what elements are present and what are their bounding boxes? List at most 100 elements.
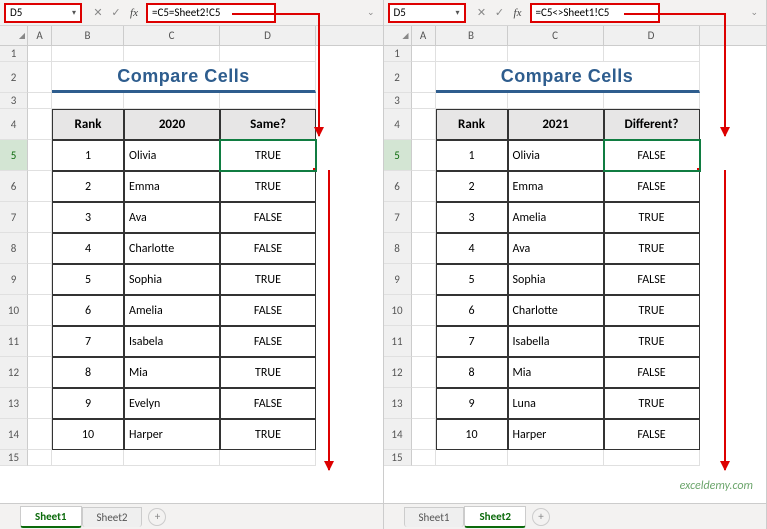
row-header[interactable]: 15 <box>0 450 28 466</box>
row-header[interactable]: 8 <box>384 233 412 264</box>
name-cell[interactable]: Charlotte <box>508 295 604 326</box>
select-all-corner[interactable]: ◢ <box>0 26 28 45</box>
result-cell[interactable]: TRUE <box>604 233 700 264</box>
rank-cell[interactable]: 10 <box>436 419 508 450</box>
row-header[interactable]: 6 <box>384 171 412 202</box>
result-cell[interactable]: FALSE <box>220 388 316 419</box>
add-sheet-icon[interactable]: + <box>148 508 166 526</box>
rank-cell[interactable]: 3 <box>436 202 508 233</box>
rank-cell[interactable]: 6 <box>52 295 124 326</box>
rank-cell[interactable]: 2 <box>52 171 124 202</box>
row-header[interactable]: 11 <box>384 326 412 357</box>
result-cell[interactable]: FALSE <box>604 357 700 388</box>
name-cell[interactable]: Emma <box>124 171 220 202</box>
rank-cell[interactable]: 2 <box>436 171 508 202</box>
row-header[interactable]: 7 <box>0 202 28 233</box>
rank-cell[interactable]: 6 <box>436 295 508 326</box>
row-header[interactable]: 2 <box>0 62 28 93</box>
col-header[interactable]: A <box>28 26 52 45</box>
enter-icon[interactable]: ✓ <box>492 5 508 21</box>
row-header[interactable]: 9 <box>0 264 28 295</box>
result-cell[interactable]: TRUE <box>220 171 316 202</box>
name-cell[interactable]: Isabela <box>124 326 220 357</box>
result-cell[interactable]: FALSE <box>604 140 700 171</box>
result-cell[interactable]: FALSE <box>604 264 700 295</box>
rank-cell[interactable]: 3 <box>52 202 124 233</box>
name-cell[interactable]: Mia <box>124 357 220 388</box>
header-year[interactable]: 2020 <box>124 109 220 140</box>
header-rank[interactable]: Rank <box>52 109 124 140</box>
name-cell[interactable]: Olivia <box>508 140 604 171</box>
row-header[interactable]: 13 <box>384 388 412 419</box>
row-header[interactable]: 2 <box>384 62 412 93</box>
result-cell[interactable]: FALSE <box>220 233 316 264</box>
row-header[interactable]: 3 <box>384 93 412 109</box>
row-header[interactable]: 12 <box>0 357 28 388</box>
result-cell[interactable]: TRUE <box>604 326 700 357</box>
row-header[interactable]: 9 <box>384 264 412 295</box>
name-box[interactable]: D5 ▾ <box>4 3 82 23</box>
row-header[interactable]: 5 <box>384 140 412 171</box>
add-sheet-icon[interactable]: + <box>532 508 550 526</box>
result-cell[interactable]: TRUE <box>220 357 316 388</box>
row-header[interactable]: 10 <box>0 295 28 326</box>
row-header[interactable]: 7 <box>384 202 412 233</box>
name-cell[interactable]: Evelyn <box>124 388 220 419</box>
name-cell[interactable]: Emma <box>508 171 604 202</box>
result-cell[interactable]: TRUE <box>220 264 316 295</box>
header-result[interactable]: Same? <box>220 109 316 140</box>
name-cell[interactable]: Ava <box>124 202 220 233</box>
fill-handle[interactable] <box>313 168 316 171</box>
result-cell[interactable]: TRUE <box>220 419 316 450</box>
name-cell[interactable]: Isabella <box>508 326 604 357</box>
result-cell[interactable]: FALSE <box>604 171 700 202</box>
sheet-tab[interactable]: Sheet2 <box>82 507 143 527</box>
select-all-corner[interactable]: ◢ <box>384 26 412 45</box>
col-header[interactable]: D <box>220 26 316 45</box>
row-header[interactable]: 15 <box>384 450 412 466</box>
rank-cell[interactable]: 8 <box>436 357 508 388</box>
row-header[interactable]: 5 <box>0 140 28 171</box>
result-cell[interactable]: TRUE <box>604 388 700 419</box>
name-box[interactable]: D5 ▾ <box>388 3 466 23</box>
name-cell[interactable]: Ava <box>508 233 604 264</box>
name-cell[interactable]: Harper <box>124 419 220 450</box>
row-header[interactable]: 4 <box>384 109 412 140</box>
rank-cell[interactable]: 1 <box>436 140 508 171</box>
row-header[interactable]: 4 <box>0 109 28 140</box>
name-cell[interactable]: Amelia <box>124 295 220 326</box>
header-year[interactable]: 2021 <box>508 109 604 140</box>
title-cell[interactable]: Compare Cells <box>52 62 316 93</box>
fx-icon[interactable]: fx <box>510 5 526 21</box>
rank-cell[interactable]: 10 <box>52 419 124 450</box>
rank-cell[interactable]: 5 <box>52 264 124 295</box>
sheet-tab[interactable]: Sheet2 <box>464 506 526 528</box>
rank-cell[interactable]: 9 <box>52 388 124 419</box>
result-cell[interactable]: TRUE <box>604 295 700 326</box>
result-cell[interactable]: FALSE <box>220 202 316 233</box>
expand-formula-icon[interactable]: ⌄ <box>367 7 379 18</box>
cancel-icon[interactable]: ✕ <box>474 5 490 21</box>
name-cell[interactable]: Sophia <box>124 264 220 295</box>
rank-cell[interactable]: 4 <box>52 233 124 264</box>
row-header[interactable]: 3 <box>0 93 28 109</box>
expand-formula-icon[interactable]: ⌄ <box>750 7 762 18</box>
row-header[interactable]: 1 <box>384 46 412 62</box>
row-header[interactable]: 10 <box>384 295 412 326</box>
rank-cell[interactable]: 8 <box>52 357 124 388</box>
name-cell[interactable]: Mia <box>508 357 604 388</box>
rank-cell[interactable]: 7 <box>52 326 124 357</box>
col-header[interactable]: D <box>604 26 700 45</box>
name-cell[interactable]: Harper <box>508 419 604 450</box>
row-header[interactable]: 8 <box>0 233 28 264</box>
rank-cell[interactable]: 5 <box>436 264 508 295</box>
result-cell[interactable]: TRUE <box>220 140 316 171</box>
col-header[interactable]: A <box>412 26 436 45</box>
enter-icon[interactable]: ✓ <box>108 5 124 21</box>
result-cell[interactable]: FALSE <box>220 326 316 357</box>
name-cell[interactable]: Amelia <box>508 202 604 233</box>
header-result[interactable]: Different? <box>604 109 700 140</box>
col-header[interactable]: C <box>124 26 220 45</box>
cancel-icon[interactable]: ✕ <box>90 5 106 21</box>
fill-handle[interactable] <box>697 168 700 171</box>
